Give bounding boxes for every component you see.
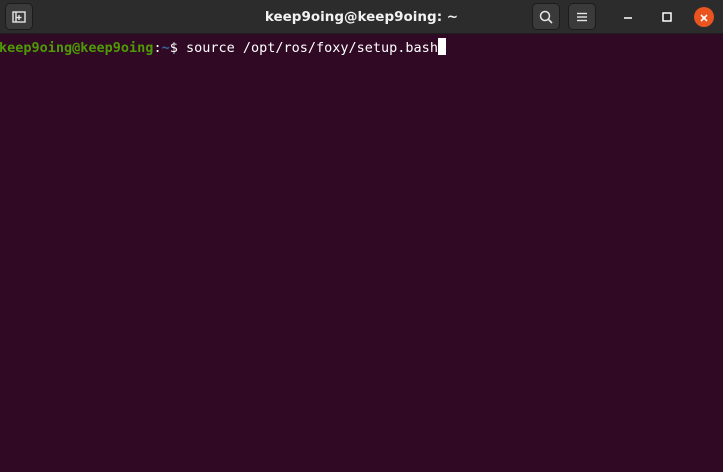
prompt-line: keep9oing@keep9oing:~$ source /opt/ros/f… — [0, 38, 446, 58]
terminal-window: keep9oing@keep9oing: ~ keep9oing@keep9oi… — [0, 0, 723, 472]
prompt-symbol: $ — [169, 40, 186, 56]
close-icon — [699, 8, 709, 27]
command-text: source /opt/ros/foxy/setup.bash — [185, 40, 438, 56]
search-icon — [538, 9, 554, 25]
close-button[interactable] — [694, 7, 714, 27]
new-tab-icon — [11, 9, 27, 25]
search-button[interactable] — [532, 3, 560, 30]
prompt-user-host: keep9oing@keep9oing — [0, 40, 154, 56]
header-bar: keep9oing@keep9oing: ~ — [0, 0, 723, 34]
hamburger-menu-icon — [574, 9, 590, 25]
text-cursor — [437, 38, 446, 55]
menu-button[interactable] — [568, 3, 596, 30]
new-tab-button[interactable] — [5, 3, 33, 30]
minimize-button[interactable] — [617, 6, 639, 28]
maximize-button[interactable] — [656, 6, 678, 28]
terminal-output[interactable]: keep9oing@keep9oing:~$ source /opt/ros/f… — [0, 35, 723, 472]
window-title: keep9oing@keep9oing: ~ — [264, 9, 459, 25]
minimize-icon — [622, 8, 634, 27]
maximize-icon — [661, 8, 673, 27]
prompt-separator: : — [153, 40, 162, 56]
prompt-path: ~ — [161, 40, 170, 56]
